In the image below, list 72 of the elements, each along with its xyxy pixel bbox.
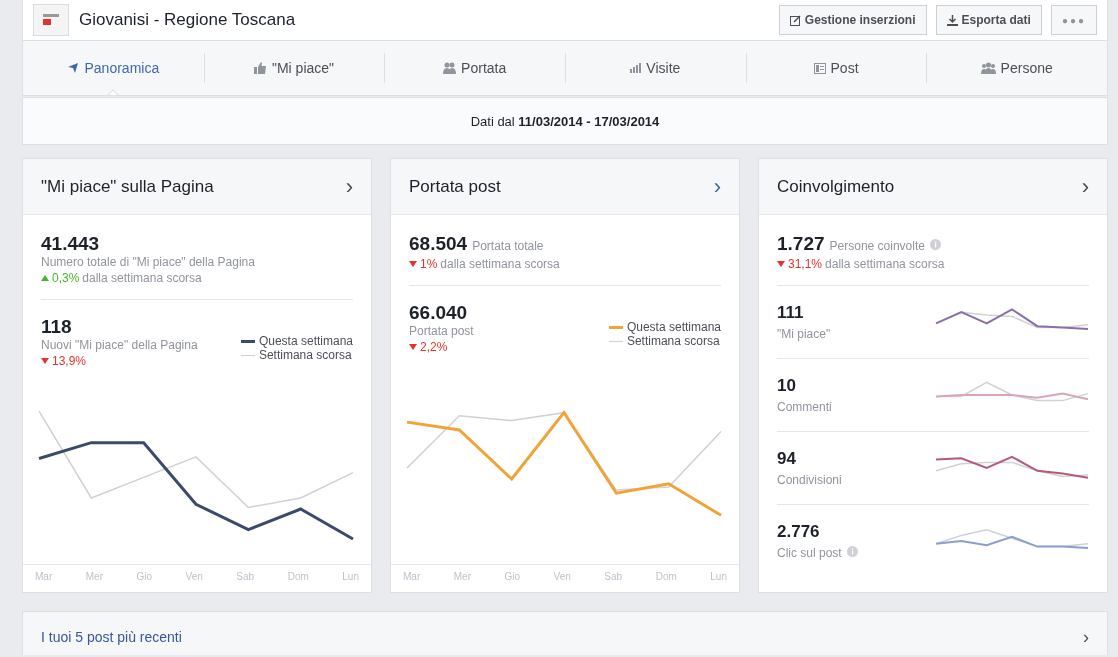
people-icon [443,62,457,74]
metric-label: Commenti [777,400,832,414]
metric-label: Numero totale di "Mi piace" della Pagina [41,255,256,269]
metric-value: 41.443 [41,233,101,255]
page-title: Giovanisi - Regione Toscana [79,10,297,30]
metric-value: 94 [777,449,797,469]
change-percent: 1% [420,257,438,271]
metric-value: 118 [41,316,73,338]
edit-icon [789,14,801,26]
metric-value: 111 [777,303,805,323]
info-icon[interactable] [846,546,858,557]
axis-label: Mer [453,571,471,582]
change-text: dalla settimana scorsa [825,257,945,271]
axis-label: Ven [553,571,571,582]
header-button[interactable]: Gestione inserzioni [778,5,927,35]
info-icon[interactable] [929,239,941,250]
legend-label: Settimana scorsa [258,348,352,362]
chevron-link[interactable]: › [1083,627,1089,646]
date-range-text: Dati dal 11/03/2014 - 17/03/2014 [470,113,660,129]
change-text: dalla settimana scorsa [82,271,202,285]
metric-value: 1.727 [777,233,825,255]
nav-tab[interactable]: Persone [926,41,1108,95]
nav-tab[interactable]: "Mi piace" [203,41,385,95]
legend-label: Settimana scorsa [626,334,720,348]
metric-label: Portata totale [472,239,544,253]
legend-label: Questa settimana [626,320,721,334]
axis-label: Sab [236,571,255,582]
axis-label: Gio [504,571,521,582]
metric-value: 10 [777,376,797,396]
chevron-link[interactable]: › [345,173,353,200]
change-percent: 0,3% [52,271,80,285]
nav-tab[interactable]: Post [745,41,927,95]
metric-label: Clic sul post [777,546,842,560]
axis-label: Lun [342,571,359,582]
change-text: dalla settimana scorsa [440,257,560,271]
metric-value: 68.504 [409,233,468,255]
axis-label: Gio [136,571,153,582]
download-icon [946,14,958,26]
metric-value: 2.776 [777,522,821,542]
axis-label: Dom [655,571,677,582]
page-logo[interactable] [33,4,69,36]
change-percent: 2,2% [420,340,448,354]
metric-label: "Mi piace" [777,327,831,341]
header-button[interactable]: Esporta dati [935,5,1042,35]
legend-label: Questa settimana [258,334,353,348]
axis-label: Sab [604,571,623,582]
list-icon [813,62,826,74]
recent-posts-link[interactable]: I tuoi 5 post più recenti [41,628,182,645]
card-title: Portata post [409,176,501,197]
axis-label: Lun [710,571,727,582]
change-percent: 13,9% [52,354,87,368]
card-title: "Mi piace" sulla Pagina [41,176,214,197]
flag-icon [67,62,80,74]
metric-value: 66.040 [409,302,469,324]
metric-label: Persone coinvolte [829,239,925,253]
nav-tab[interactable]: Portata [384,41,565,95]
metric-label: Condivisioni [777,473,842,487]
change-percent: 31,1% [788,257,823,271]
thumbs-up-icon [253,62,267,74]
axis-label: Ven [185,571,203,582]
bar-chart-icon [630,63,642,73]
axis-label: Mer [85,571,103,582]
axis-label: Mar [403,571,421,582]
card-title: Coinvolgimento [777,176,895,197]
people-group-icon [980,62,996,74]
nav-tab[interactable]: Visite [565,41,746,95]
metric-label: Portata post [409,324,474,338]
metric-label: Nuovi "Mi piace" della Pagina [41,338,198,352]
axis-label: Mar [35,571,53,582]
axis-label: Dom [287,571,309,582]
chevron-link[interactable]: › [1081,173,1089,200]
chevron-link[interactable]: › [713,173,721,200]
